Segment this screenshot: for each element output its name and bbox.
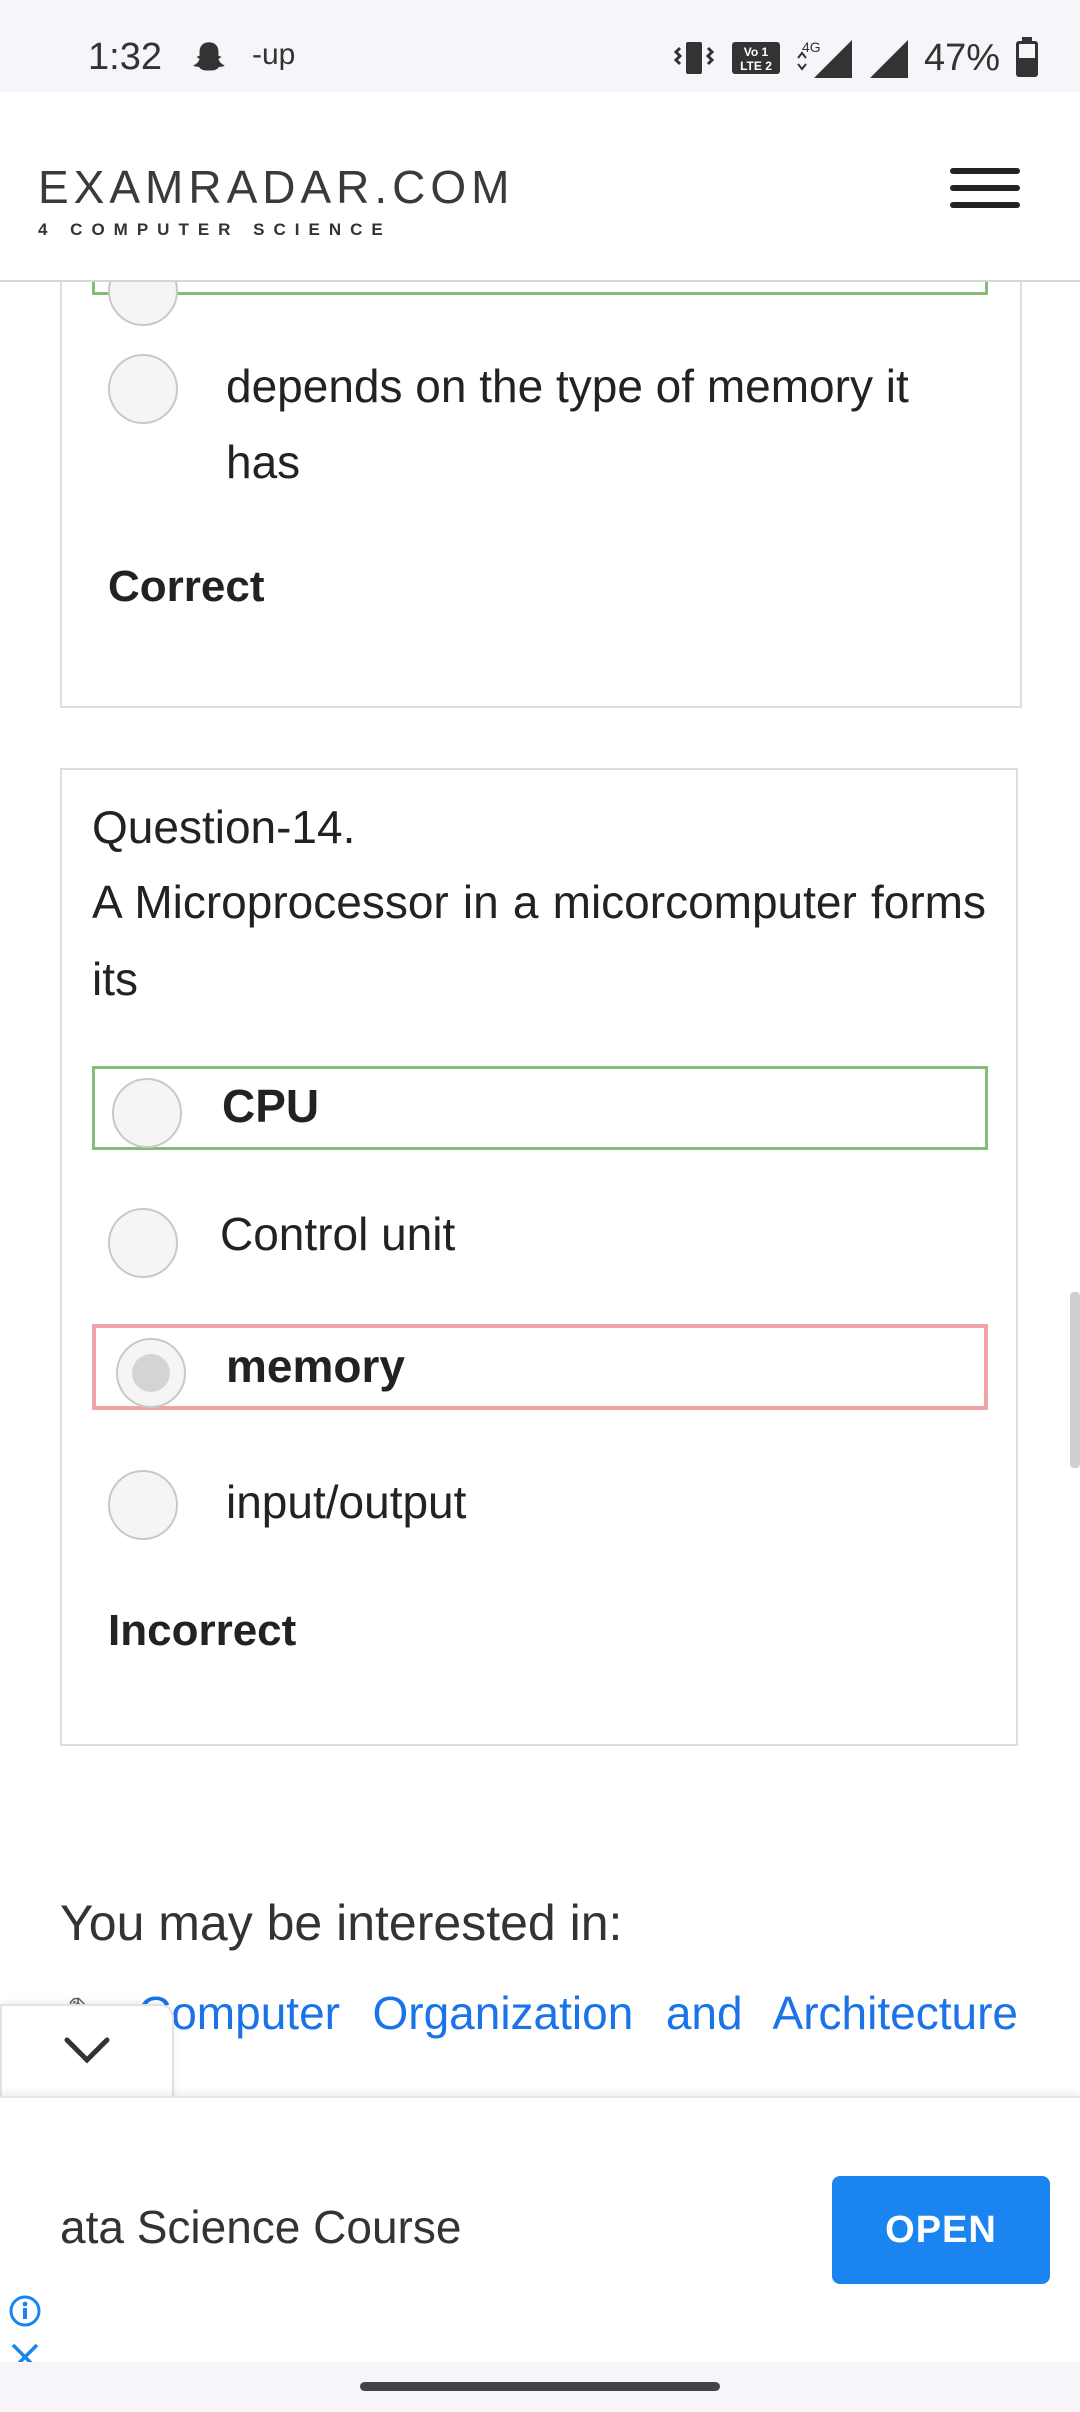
svg-text:LTE 2: LTE 2 bbox=[740, 59, 772, 73]
result-label-incorrect: Incorrect bbox=[108, 1606, 297, 1655]
option-radio[interactable] bbox=[112, 1078, 182, 1148]
info-icon[interactable] bbox=[8, 2294, 42, 2328]
option-label-cpu[interactable]: CPU bbox=[222, 1068, 319, 1144]
option-correct-box[interactable] bbox=[92, 282, 988, 295]
scrollbar[interactable] bbox=[1070, 1292, 1080, 1468]
ad-open-button[interactable]: OPEN bbox=[832, 2176, 1050, 2284]
status-time: 1:32 bbox=[88, 36, 162, 78]
snapchat-icon bbox=[193, 42, 225, 71]
ad-banner[interactable]: ata Science Course OPEN bbox=[0, 2096, 1080, 2371]
status-up-label: -up bbox=[252, 38, 296, 71]
chevron-down-icon bbox=[64, 2037, 110, 2064]
signal-4g-icon: 4G bbox=[797, 39, 852, 78]
hamburger-icon[interactable] bbox=[950, 168, 1020, 208]
vibrate-icon bbox=[673, 42, 715, 74]
option-radio[interactable] bbox=[108, 1470, 178, 1540]
system-nav-bar bbox=[0, 2362, 1080, 2412]
option-radio[interactable] bbox=[108, 1208, 178, 1278]
option-label-memory[interactable]: memory bbox=[226, 1328, 405, 1404]
home-gesture-handle[interactable] bbox=[360, 2382, 720, 2391]
question-text: A Microprocessor in a micorcomputer form… bbox=[92, 876, 986, 1005]
battery-percent: 47% bbox=[923, 36, 1000, 79]
option-radio-selected[interactable] bbox=[116, 1338, 186, 1408]
option-label-input-output[interactable]: input/output bbox=[226, 1464, 466, 1540]
ad-collapse-tab[interactable] bbox=[0, 2004, 174, 2102]
result-label-correct: Correct bbox=[108, 562, 265, 611]
related-heading: You may be interested in: bbox=[60, 1895, 623, 1951]
battery-icon bbox=[1016, 37, 1038, 77]
site-tagline: 4 COMPUTER SCIENCE bbox=[38, 220, 392, 239]
option-label[interactable]: depends on the type of memory it has bbox=[226, 348, 986, 500]
site-header: EXAMRADAR.COM 4 COMPUTER SCIENCE bbox=[0, 92, 1080, 282]
related-link[interactable]: Computer Organization and Architecture bbox=[138, 1986, 1018, 2040]
signal-icon bbox=[869, 40, 908, 78]
volte-icon: Vo 1 LTE 2 bbox=[731, 42, 780, 74]
svg-text:Vo 1: Vo 1 bbox=[744, 45, 769, 59]
option-label-control-unit[interactable]: Control unit bbox=[220, 1196, 455, 1272]
question-number: Question-14. bbox=[92, 801, 356, 853]
site-logo[interactable]: EXAMRADAR.COM bbox=[38, 160, 514, 214]
status-right-group: Vo 1 LTE 2 4G 47% bbox=[672, 36, 1040, 80]
option-radio[interactable] bbox=[108, 354, 178, 424]
svg-text:4G: 4G bbox=[802, 39, 821, 55]
status-bar: 1:32 -up Vo 1 LTE 2 4G 47% bbox=[0, 0, 1080, 92]
ad-text[interactable]: ata Science Course bbox=[60, 2200, 461, 2254]
